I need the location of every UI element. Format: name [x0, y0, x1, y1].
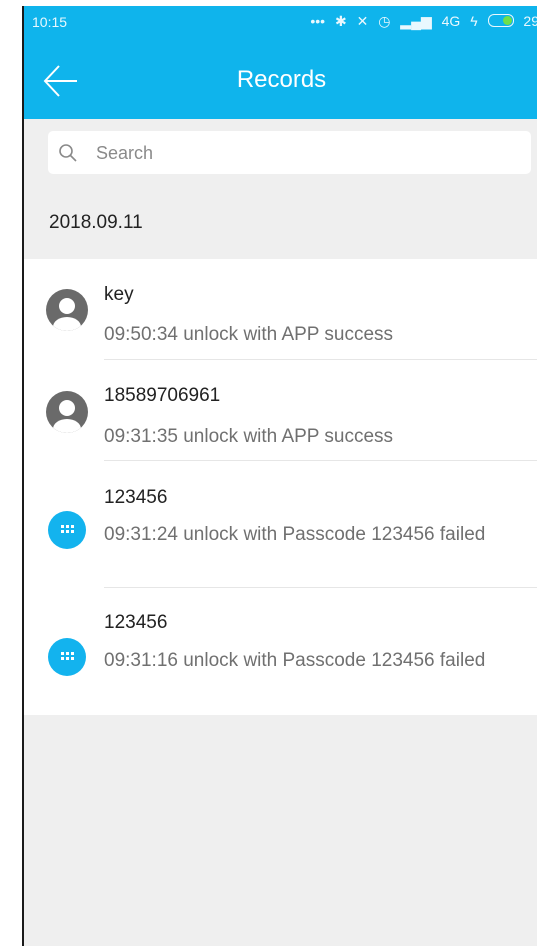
keypad-icon [48, 511, 86, 549]
charging-icon: ϟ [470, 13, 478, 29]
signal-icon: ▂▄▆ [400, 13, 432, 29]
status-time: 10:15 [32, 14, 68, 30]
list-item[interactable]: 123456 09:31:16 unlock with Passcode 123… [24, 588, 537, 715]
status-icons: ••• ✱ ✕ ◷ ▂▄▆ 4G ϟ 29 [304, 13, 537, 30]
date-group-label: 2018.09.11 [49, 212, 143, 233]
keypad-icon [48, 638, 86, 676]
screen-frame: 10:15 ••• ✱ ✕ ◷ ▂▄▆ 4G ϟ 29 Records 2018 [0, 0, 537, 946]
network-label: 4G [441, 13, 461, 29]
user-avatar-icon [46, 391, 88, 433]
battery-percent: 29 [523, 13, 537, 29]
status-bar: 10:15 ••• ✱ ✕ ◷ ▂▄▆ 4G ϟ 29 [24, 6, 537, 40]
battery-icon [487, 14, 514, 27]
app-header: Records [24, 40, 537, 119]
record-name: key [104, 284, 134, 305]
user-avatar-icon [46, 289, 88, 331]
record-name: 18589706961 [104, 385, 221, 406]
record-detail: 09:31:35 unlock with APP success [104, 426, 394, 447]
record-detail: 09:50:34 unlock with APP success [104, 324, 394, 345]
search-icon [59, 144, 77, 162]
bluetooth-icon: ✱ [334, 13, 347, 29]
phone-screen: 10:15 ••• ✱ ✕ ◷ ▂▄▆ 4G ϟ 29 Records 2018 [22, 6, 537, 946]
record-name: 123456 [104, 487, 168, 508]
mute-icon: ✕ [356, 13, 369, 29]
list-item[interactable]: 123456 09:31:24 unlock with Passcode 123… [24, 461, 537, 588]
more-dots-icon: ••• [310, 13, 326, 29]
record-detail: 09:31:24 unlock with Passcode 123456 fai… [104, 524, 486, 545]
record-name: 123456 [104, 612, 168, 633]
search-input[interactable] [94, 131, 518, 176]
search-bar[interactable] [48, 131, 531, 176]
list-item[interactable]: 18589706961 09:31:35 unlock with APP suc… [24, 360, 537, 461]
list-item[interactable]: key 09:50:34 unlock with APP success [24, 259, 537, 360]
records-list: key 09:50:34 unlock with APP success 185… [24, 259, 537, 715]
alarm-icon: ◷ [378, 13, 391, 29]
record-detail: 09:31:16 unlock with Passcode 123456 fai… [104, 650, 486, 671]
page-title: Records [236, 66, 327, 93]
